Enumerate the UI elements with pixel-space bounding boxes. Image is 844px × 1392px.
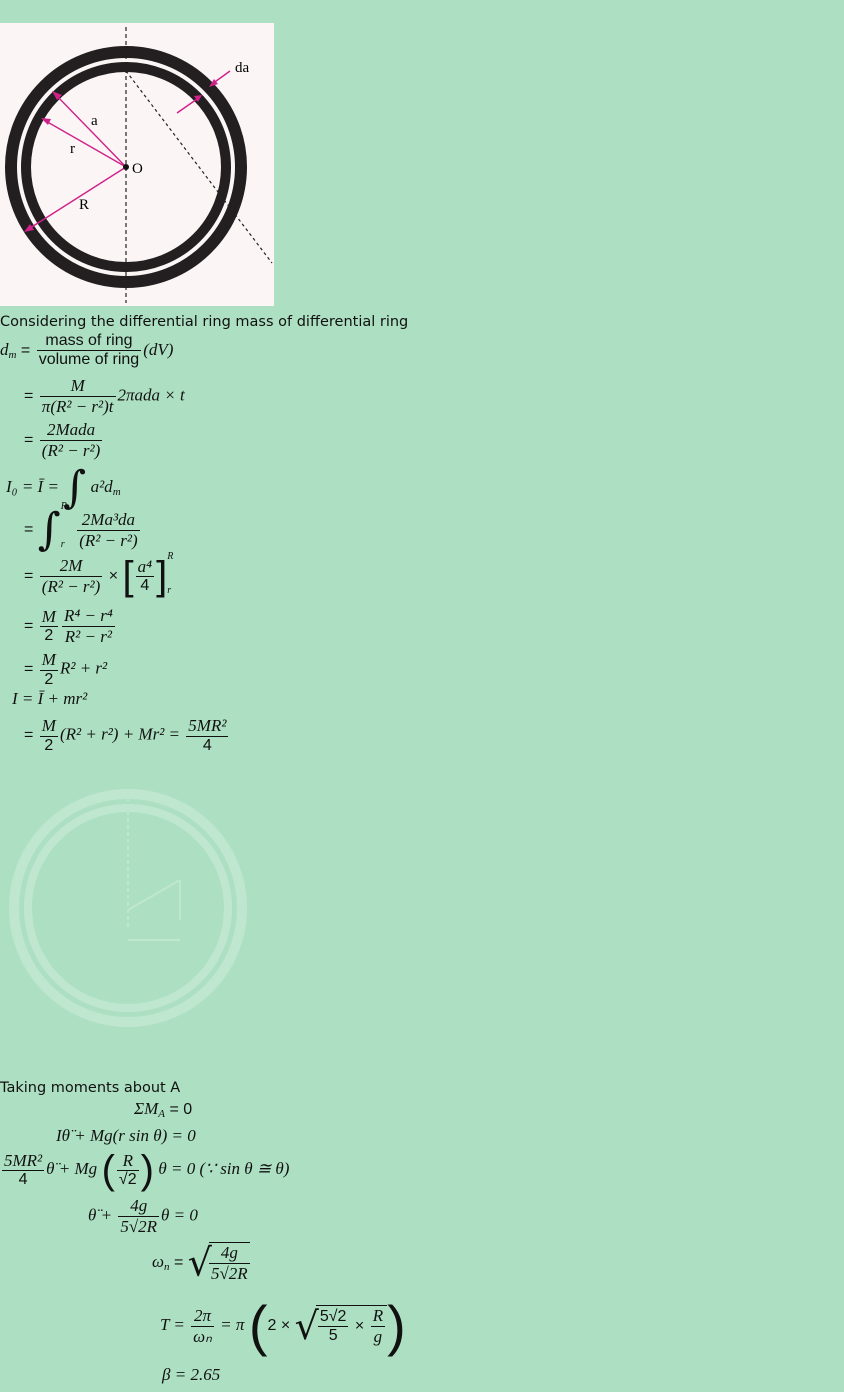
M-num: M [39,376,116,397]
eq-motion-expanded: 5MR² 4 θ̈ + Mg ( R √2 ) θ = 0 (∵ sin θ ≅… [2,1148,290,1192]
two-M: 2M [39,556,103,577]
mass-of-ring: mass of ring [36,332,142,352]
pi-denominator: π(R² − r²)t [41,396,114,416]
five-sqrt2: 5√2 [317,1308,349,1327]
eq-simplify2: = M 2 R² + r² [24,650,108,688]
label-O: O [132,161,143,177]
moments-text: Taking moments about A [0,1080,181,1096]
eq-evaluate: = 2M (R² − r²) × [ a⁴ 4 ] Rr [24,551,174,599]
label-da: da [235,60,250,76]
five: 5 [328,1327,338,1344]
eq-final-I: = M 2 (R² + r²) + Mr² = 5MR² 4 [24,716,229,754]
two-pi: 2π [191,1306,214,1327]
dm-sub: m [8,349,17,362]
label-r: r [70,141,75,157]
T-lhs: T = [160,1315,190,1335]
parallel-axis-eq: I = Ī + mr² [12,689,88,708]
four-g: 4g [118,1196,160,1217]
R2-plus-r2: R² + r² [59,658,108,678]
five-sqrt2-R: 5√2R [120,1216,158,1236]
eq3-R: R [116,1151,139,1172]
a2dm: a²d [90,477,113,497]
eq-sum-moments: ΣMA = 0 [134,1099,193,1120]
faint-diagram-svg [9,789,247,1027]
g-den: g [373,1327,383,1346]
eq3-sqrt2: √2 [118,1171,137,1189]
ring-diagram-svg: da a r O R [5,27,273,303]
eq-dm-step3: = 2Mada (R² − r²) [24,420,103,460]
two-M-a3-da: 2Ma³da [77,510,140,531]
eq-motion: Iθ̈ + Mg(r sin θ) = 0 [56,1126,196,1145]
label-a: a [91,113,98,129]
mass-volume-fraction: mass of ring volume of ring [36,332,142,370]
eq-integral: = ∫ Rr 2Ma³da (R² − r²) [24,501,140,555]
radius-a-arrow [54,93,127,168]
eq3-end: θ = 0 (∵ sin θ ≅ θ) [158,1159,290,1179]
radius-R-arrow [26,166,127,231]
sum-MA: ΣM [134,1099,159,1118]
center-point [123,164,129,170]
omega-n-den: ωₙ [193,1326,212,1346]
two-pi-a-da: 2πada × t [117,385,185,405]
eq-period: T = 2π ωₙ = π (2 × √ 5√2 5 × R g ) [160,1294,406,1357]
beta-result: β = 2.65 [162,1365,221,1384]
faint-pendulum-diagram [0,760,270,1050]
a4: a⁴ [135,556,155,578]
integral-upper: R [60,501,67,512]
R2-minus-r2: (R² − r²) [41,440,101,460]
eq-dm: dm = mass of ring volume of ring (dV) [0,332,174,370]
five-M-R2: 5MR² [186,716,229,737]
eq-simplify1: = M 2 R⁴ − r⁴ R² − r² [24,606,115,646]
R2-minus-r2-plain: R² − r² [64,626,112,646]
I0-lhs: I₀ = Ī = [6,477,64,497]
dV: (dV) [143,340,174,360]
R4-minus-r4: R⁴ − r⁴ [61,606,115,627]
T-inner: 2 × [267,1317,295,1335]
eq-shm: θ̈ + 4g 5√2R θ = 0 [88,1196,198,1236]
integral-lower: r [60,539,65,550]
radius-r-arrow [43,119,127,168]
intro-text: Considering the differential ring mass o… [0,314,409,330]
final-mid: (R² + r²) + Mr² = [59,724,185,744]
eq-omega: ωn = √ 4g 5√2R [152,1240,250,1285]
label-R: R [79,197,89,213]
T-mid: = π [215,1315,245,1335]
eq-dm-step2: = M π(R² − r²)t 2πada × t [24,376,185,416]
volume-of-ring: volume of ring [38,351,140,369]
ring-diagram: da a r O R [0,23,274,306]
eq3-mid: θ̈ + Mg [46,1159,98,1179]
four: 4 [140,577,150,595]
integral-sign: ∫ [37,504,61,555]
dm-symbol: d [0,340,9,360]
two-M-a-da: 2Mada [39,420,103,441]
